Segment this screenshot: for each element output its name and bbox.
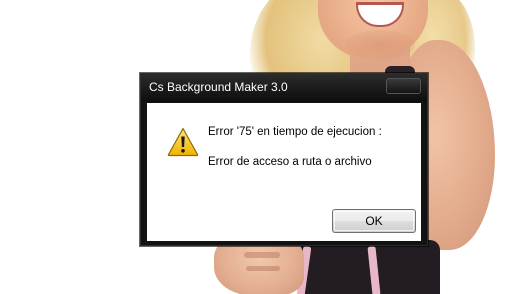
- error-dialog: Cs Background Maker 3.0 Error '75' en ti…: [140, 73, 428, 246]
- desktop: Cs Background Maker 3.0 Error '75' en ti…: [0, 0, 532, 294]
- photo-chin-shadow: [345, 30, 415, 60]
- dialog-title: Cs Background Maker 3.0: [149, 80, 288, 94]
- error-message: Error '75' en tiempo de ejecucion :: [208, 126, 382, 138]
- error-detail: Error de acceso a ruta o archivo: [208, 156, 372, 168]
- dialog-client: Error '75' en tiempo de ejecucion : Erro…: [147, 103, 421, 241]
- dialog-titlebar[interactable]: Cs Background Maker 3.0: [141, 74, 427, 102]
- close-button[interactable]: [386, 78, 421, 94]
- warning-icon: [167, 127, 199, 157]
- dialog-content: Error '75' en tiempo de ejecucion : Erro…: [147, 103, 421, 199]
- photo-finger: [244, 252, 280, 258]
- photo-finger: [246, 266, 280, 271]
- dialog-button-bar: OK: [147, 199, 421, 241]
- ok-button[interactable]: OK: [332, 209, 416, 233]
